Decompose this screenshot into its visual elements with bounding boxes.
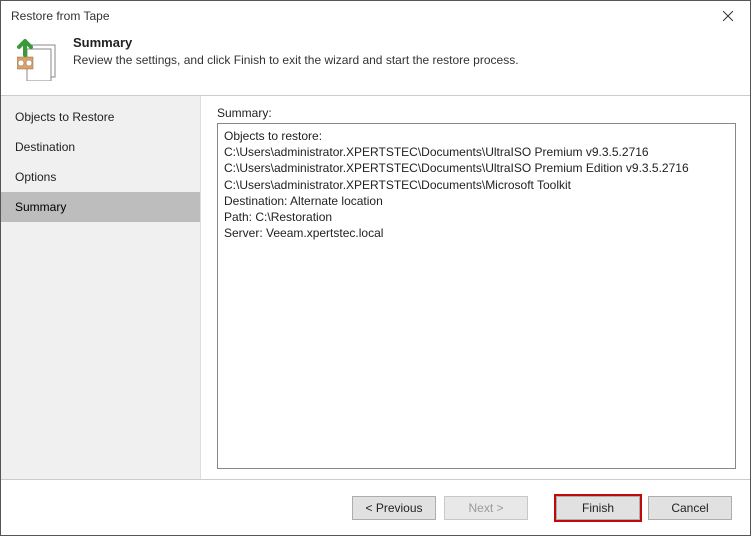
wizard-body: Objects to Restore Destination Options S… (1, 96, 750, 479)
sidebar-item-summary[interactable]: Summary (1, 192, 200, 222)
cancel-button[interactable]: Cancel (648, 496, 732, 520)
wizard-sidebar: Objects to Restore Destination Options S… (1, 96, 201, 479)
summary-textbox[interactable]: Objects to restore: C:\Users\administrat… (217, 123, 736, 469)
page-subtitle: Review the settings, and click Finish to… (73, 53, 519, 67)
next-button: Next > (444, 496, 528, 520)
wizard-header: Summary Review the settings, and click F… (1, 31, 750, 96)
sidebar-item-destination[interactable]: Destination (1, 132, 200, 162)
wizard-footer: < Previous Next > Finish Cancel (1, 479, 750, 535)
close-icon (723, 8, 733, 24)
sidebar-item-options[interactable]: Options (1, 162, 200, 192)
window-title: Restore from Tape (11, 9, 110, 23)
sidebar-item-objects-to-restore[interactable]: Objects to Restore (1, 102, 200, 132)
finish-button[interactable]: Finish (556, 496, 640, 520)
summary-label: Summary: (217, 106, 736, 120)
header-text: Summary Review the settings, and click F… (73, 35, 519, 67)
restore-icon (17, 35, 59, 81)
close-button[interactable] (706, 1, 750, 31)
titlebar: Restore from Tape (1, 1, 750, 31)
previous-button[interactable]: < Previous (352, 496, 436, 520)
wizard-main: Summary: Objects to restore: C:\Users\ad… (201, 96, 750, 479)
page-title: Summary (73, 35, 519, 50)
restore-from-tape-window: Restore from Tape Summary Review the set… (0, 0, 751, 536)
